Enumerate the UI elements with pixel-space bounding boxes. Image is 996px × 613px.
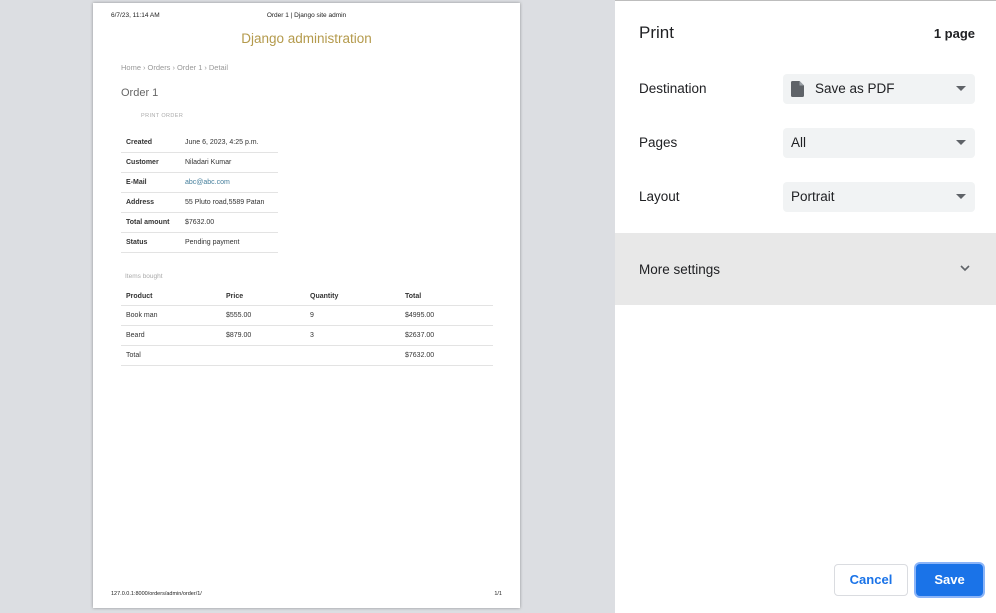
layout-select[interactable]: Portrait — [783, 182, 975, 212]
pages-label: Pages — [639, 135, 678, 150]
destination-value: Save as PDF — [815, 81, 895, 96]
layout-label: Layout — [639, 189, 680, 204]
total-label: Total — [121, 345, 221, 366]
print-order-link: PRINT ORDER — [141, 113, 184, 119]
table-row: Created June 6, 2023, 4:25 p.m. — [121, 133, 278, 153]
page-title: Order 1 — [121, 87, 159, 99]
info-value: 55 Pluto road,5589 Patan — [180, 192, 278, 213]
chevron-down-icon — [956, 194, 966, 199]
page-count: 1 page — [933, 26, 975, 41]
info-value: Pending payment — [180, 232, 278, 253]
total-value: $7632.00 — [400, 345, 493, 366]
more-settings-toggle[interactable]: More settings — [615, 233, 996, 305]
more-settings-label: More settings — [639, 262, 721, 277]
table-cell: $555.00 — [221, 305, 305, 326]
table-cell: $879.00 — [221, 325, 305, 346]
info-key: Customer — [121, 152, 180, 173]
layout-value: Portrait — [791, 189, 835, 204]
table-cell: $4995.00 — [400, 305, 493, 326]
table-row: Total amount $7632.00 — [121, 212, 278, 233]
save-button[interactable]: Save — [916, 564, 983, 596]
table-cell: 3 — [305, 325, 400, 346]
table-row: E-Mail abc@abc.com — [121, 172, 278, 193]
column-header: Total — [400, 288, 493, 306]
preview-page: 6/7/23, 11:14 AM Order 1 | Django site a… — [93, 3, 520, 608]
print-preview-area: 6/7/23, 11:14 AM Order 1 | Django site a… — [0, 0, 615, 613]
info-value: Niladari Kumar — [180, 152, 278, 173]
breadcrumb-orders: Orders — [147, 63, 171, 72]
info-key: Created — [121, 133, 180, 153]
items-caption: Items bought — [125, 273, 163, 280]
breadcrumb: Home › Orders › Order 1 › Detail — [121, 63, 229, 72]
column-header: Price — [221, 288, 305, 306]
table-row: Customer Niladari Kumar — [121, 152, 278, 173]
document-icon — [791, 81, 804, 97]
total-row: Total $7632.00 — [121, 345, 493, 366]
info-key: Address — [121, 192, 180, 213]
chevron-down-icon — [956, 86, 966, 91]
info-key: Status — [121, 232, 180, 253]
column-header: Product — [121, 288, 221, 306]
page-footer-number: 1/1 — [494, 591, 502, 597]
breadcrumb-order: Order 1 — [176, 63, 203, 72]
email-link: abc@abc.com — [180, 172, 278, 193]
page-footer-url: 127.0.0.1:8000/orders/admin/order/1/ — [111, 591, 202, 597]
table-row: Beard $879.00 3 $2637.00 — [121, 325, 493, 346]
info-value: $7632.00 — [180, 212, 278, 233]
order-info-table: Created June 6, 2023, 4:25 p.m. Customer… — [121, 133, 278, 253]
table-cell — [221, 345, 305, 366]
table-header-row: Product Price Quantity Total — [121, 288, 493, 306]
site-title: Django administration — [241, 31, 372, 46]
items-table: Product Price Quantity Total Book man $5… — [121, 288, 493, 366]
chevron-down-icon — [960, 265, 970, 272]
pages-value: All — [791, 135, 807, 150]
info-key: E-Mail — [121, 172, 180, 193]
page-header-title: Order 1 | Django site admin — [266, 12, 347, 19]
print-settings-panel: Print 1 page Destination Save as PDF Pag… — [615, 0, 996, 613]
table-cell: 9 — [305, 305, 400, 326]
table-cell: Beard — [121, 325, 221, 346]
breadcrumb-home: Home — [121, 63, 142, 72]
panel-title: Print — [639, 23, 674, 42]
pages-select[interactable]: All — [783, 128, 975, 158]
info-key: Total amount — [121, 212, 180, 233]
table-cell — [305, 345, 400, 366]
table-cell: $2637.00 — [400, 325, 493, 346]
table-row: Status Pending payment — [121, 232, 278, 253]
table-row: Address 55 Pluto road,5589 Patan — [121, 192, 278, 213]
destination-select[interactable]: Save as PDF — [783, 74, 975, 104]
table-cell: Book man — [121, 305, 221, 326]
cancel-button[interactable]: Cancel — [834, 564, 908, 596]
chevron-down-icon — [956, 140, 966, 145]
destination-label: Destination — [639, 81, 707, 96]
info-value: June 6, 2023, 4:25 p.m. — [180, 133, 278, 153]
column-header: Quantity — [305, 288, 400, 306]
table-row: Book man $555.00 9 $4995.00 — [121, 305, 493, 326]
breadcrumb-detail: Detail — [208, 63, 229, 72]
